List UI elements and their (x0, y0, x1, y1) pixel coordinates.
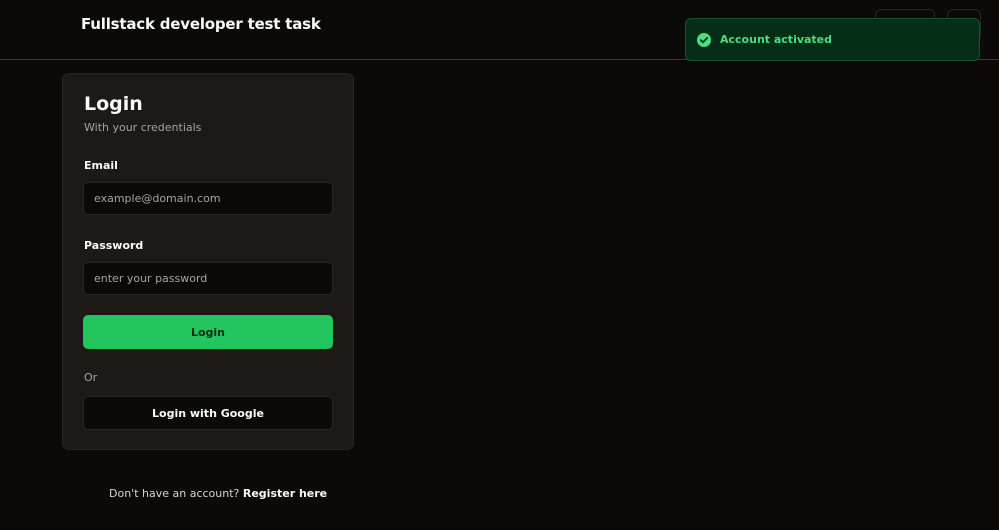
google-login-button[interactable]: Login with Google (83, 396, 333, 430)
toast-message: Account activated (720, 33, 833, 46)
login-subtitle: With your credentials (84, 121, 202, 134)
success-toast: Account activated (685, 18, 980, 61)
register-prompt-row: Don't have an account? Register here (109, 487, 327, 500)
login-title: Login (84, 93, 143, 115)
password-label: Password (84, 239, 144, 252)
email-label: Email (84, 159, 118, 172)
login-card: Login With your credentials Email Passwo… (62, 73, 354, 450)
email-field[interactable] (83, 182, 333, 215)
register-prompt: Don't have an account? (109, 487, 240, 500)
login-button[interactable]: Login (83, 315, 333, 349)
or-divider: Or (84, 371, 98, 384)
check-circle-icon (697, 32, 711, 47)
app-title: Fullstack developer test task (81, 15, 321, 33)
register-link[interactable]: Register here (243, 487, 327, 500)
password-field[interactable] (83, 262, 333, 295)
